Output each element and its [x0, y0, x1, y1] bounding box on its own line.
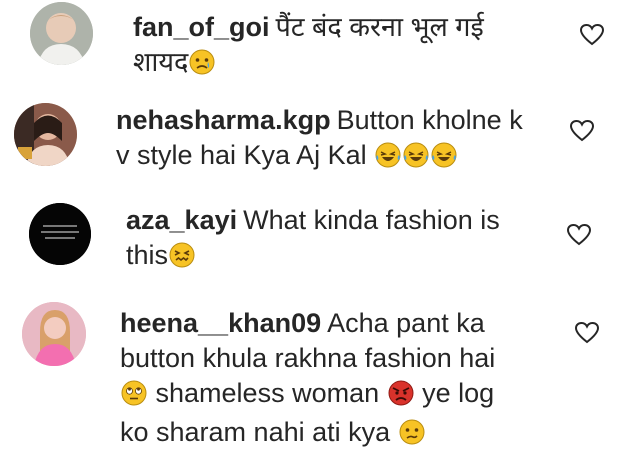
like-heart-icon[interactable] [574, 321, 600, 345]
comment-body-line2: शायद [133, 47, 189, 77]
comment-username[interactable]: nehasharma.kgp [116, 105, 331, 135]
comment-body-line3a: shameless woman [155, 378, 380, 408]
comment-item: fan_of_goi पैंट बंद करना भूल गई शायद [0, 0, 640, 95]
avatar[interactable] [14, 103, 77, 166]
like-heart-icon[interactable] [566, 223, 592, 247]
comment-body-line1: What kinda fashion is [243, 205, 500, 235]
avatar[interactable] [30, 2, 93, 65]
avatar[interactable] [29, 203, 91, 265]
comment-body-line1: Button kholne k [336, 105, 523, 135]
comment-body-line3b: ye log [422, 378, 495, 408]
sad-tear-emoji-icon [189, 49, 215, 84]
like-heart-icon[interactable] [579, 23, 605, 47]
avatar[interactable] [22, 302, 86, 366]
angry-face-emoji-icon [388, 380, 414, 415]
confounded-emoji-icon [169, 242, 195, 277]
comment-body-line2: this [126, 240, 169, 270]
confused-face-emoji-icon [399, 419, 425, 454]
laughing-tears-emoji-icon [403, 142, 429, 177]
comment-text: aza_kayi What kinda fashion is this [126, 203, 546, 277]
comment-item: aza_kayi What kinda fashion is this [0, 190, 640, 285]
comment-body-line2: v style hai Kya Aj Kal [116, 140, 367, 170]
laughing-tears-emoji-icon [431, 142, 457, 177]
comment-username[interactable]: aza_kayi [126, 205, 237, 235]
comment-username[interactable]: heena__khan09 [120, 308, 321, 338]
comment-item: nehasharma.kgp Button kholne k v style ha… [0, 95, 640, 190]
comment-body-line1: Acha pant ka [327, 308, 485, 338]
comment-body-line2: button khula rakhna fashion hai [120, 343, 496, 373]
like-heart-icon[interactable] [569, 119, 595, 143]
comment-text: nehasharma.kgp Button kholne k v style ha… [116, 103, 546, 177]
comment-item: heena__khan09 Acha pant ka button khula r… [0, 290, 640, 447]
comment-text: heena__khan09 Acha pant ka button khula r… [120, 306, 550, 454]
comment-text: fan_of_goi पैंट बंद करना भूल गई शायद [133, 10, 533, 84]
comment-body-line1: पैंट बंद करना भूल गई [275, 12, 484, 42]
eye-roll-emoji-icon [121, 380, 147, 415]
laughing-tears-emoji-icon [375, 142, 401, 177]
comment-username[interactable]: fan_of_goi [133, 12, 270, 42]
